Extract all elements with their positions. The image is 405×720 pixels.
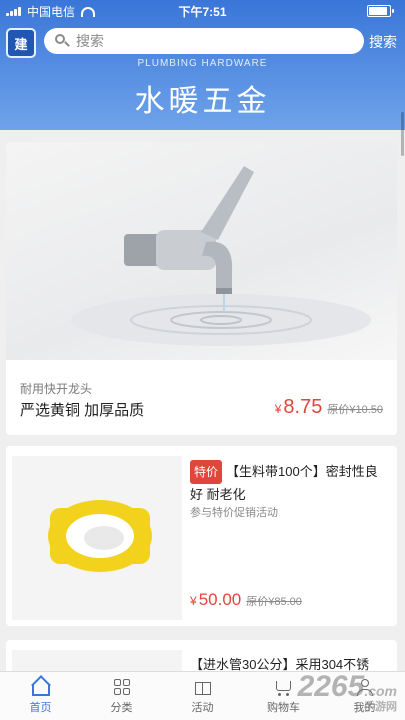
promo-text: 参与特价促销活动 <box>190 507 278 519</box>
search-bar[interactable] <box>44 28 364 54</box>
search-icon <box>52 28 74 54</box>
product-card[interactable]: 耐用快开龙头 严选黄铜 加厚品质 ¥ 8.75 原价¥10.50 <box>6 142 397 435</box>
search-button[interactable]: 搜索 <box>369 32 397 52</box>
currency-symbol: ¥ <box>274 402 282 416</box>
grid-icon <box>111 678 133 696</box>
cart-icon <box>273 678 295 696</box>
status-time: 下午7:51 <box>178 5 227 19</box>
search-input[interactable] <box>74 32 338 50</box>
price-block: ¥ 8.75 原价¥10.50 <box>275 396 383 419</box>
tab-label: 购物车 <box>267 701 300 714</box>
tab-activity[interactable]: 活动 <box>162 672 243 720</box>
watermark-text: 2265 <box>297 670 365 703</box>
gift-icon <box>192 678 214 696</box>
product-price: 8.75 <box>283 396 323 418</box>
status-bar: 中国电信 下午7:51 <box>0 0 405 20</box>
original-price: 原价¥85.00 <box>246 596 302 608</box>
currency-symbol: ¥ <box>190 594 197 608</box>
product-subtitle: 耐用快开龙头 <box>20 382 93 396</box>
app-logo[interactable]: 建 <box>6 28 36 58</box>
tab-label: 首页 <box>29 701 52 714</box>
price-block: ¥ 50.00 原价¥85.00 <box>190 590 302 610</box>
original-price: 原价¥10.50 <box>327 404 383 416</box>
site-watermark: 2265.com 手游网 <box>298 670 397 714</box>
ptfe-tape-image <box>12 456 182 620</box>
product-title: 特价 【生料带100个】密封性良好 耐老化 <box>190 460 390 506</box>
scrollbar[interactable] <box>401 112 404 156</box>
product-price: 50.00 <box>198 590 242 609</box>
sale-tag: 特价 <box>190 460 223 484</box>
banner-subtitle: PLUMBING HARDWARE <box>137 58 268 69</box>
watermark-suffix: .com <box>364 683 397 699</box>
product-card[interactable]: 特价 【生料带100个】密封性良好 耐老化 参与特价促销活动 ¥ 50.00 原价… <box>6 446 397 626</box>
logo-text: 建 <box>14 36 28 52</box>
faucet-image <box>6 142 397 360</box>
tab-label: 活动 <box>191 701 214 714</box>
home-icon <box>30 678 52 696</box>
tab-label: 分类 <box>110 701 133 714</box>
app-header: 中国电信 下午7:51 建 搜索 PLUMBING HARDWARE 水暖五金 <box>0 0 405 130</box>
tab-category[interactable]: 分类 <box>81 672 162 720</box>
battery-icon <box>367 5 394 17</box>
banner-title: 水暖五金 <box>134 85 271 118</box>
tab-home[interactable]: 首页 <box>0 672 81 720</box>
product-name: 严选黄铜 加厚品质 <box>20 402 145 419</box>
